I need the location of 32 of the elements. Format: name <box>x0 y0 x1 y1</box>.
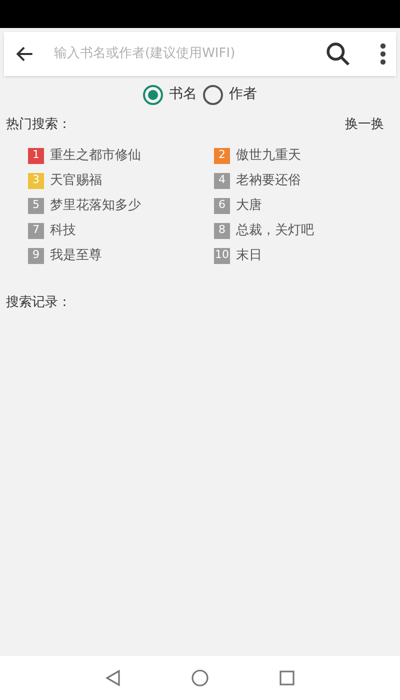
rank-badge: 2 <box>214 148 230 164</box>
section-title: 热门搜索： <box>6 116 71 134</box>
rank-badge: 6 <box>214 198 230 214</box>
more-icon[interactable] <box>380 43 386 65</box>
square-icon[interactable] <box>279 670 295 686</box>
rank-badge: 5 <box>28 198 44 214</box>
section-title: 搜索记录： <box>5 294 72 312</box>
rank-badge: 4 <box>214 172 230 188</box>
back-triangle-icon[interactable] <box>105 669 121 687</box>
search-bar[interactable]: 输入书名或作者(建议使用WIFI) <box>4 32 396 76</box>
hot-search-item[interactable]: 4 老衲要还俗 <box>214 172 400 190</box>
search-icon[interactable] <box>324 40 352 68</box>
radio-option[interactable]: 书名 <box>143 84 197 105</box>
rank-badge: 8 <box>214 222 230 238</box>
rank-badge: 3 <box>28 172 44 188</box>
hot-search-item[interactable]: 5 梦里花落知多少 <box>28 196 214 214</box>
hot-search-item[interactable]: 9 我是至尊 <box>28 246 214 264</box>
rank-badge: 7 <box>28 222 44 238</box>
hot-search-item[interactable]: 6 大唐 <box>214 196 400 214</box>
hot-search-item[interactable]: 8 总裁，关灯吧 <box>214 222 400 240</box>
rank-badge: 9 <box>28 248 44 264</box>
hot-search-item[interactable]: 2 傲世九重天 <box>214 146 400 164</box>
rank-badge: 1 <box>28 148 44 164</box>
radio-option[interactable]: 作者 <box>203 84 257 105</box>
home-circle-icon[interactable] <box>191 669 209 687</box>
hot-search-item[interactable]: 7 科技 <box>28 222 214 240</box>
hot-search-item[interactable]: 3 天官赐福 <box>28 172 214 190</box>
rank-badge: 10 <box>214 248 230 264</box>
refresh-link[interactable]: 换一换 <box>345 115 384 134</box>
search-field[interactable]: 输入书名或作者(建议使用WIFI) <box>54 44 314 64</box>
hot-search-item[interactable]: 1 重生之都市修仙 <box>28 146 214 164</box>
hot-search-item[interactable]: 10 末日 <box>214 246 400 264</box>
